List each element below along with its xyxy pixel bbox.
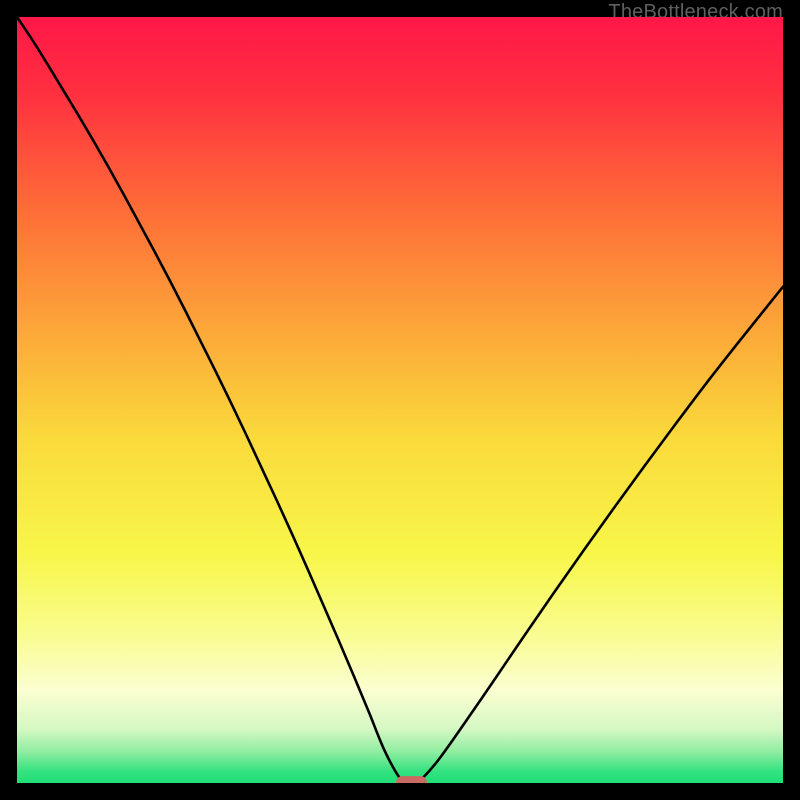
chart-svg <box>17 17 783 783</box>
chart-frame: TheBottleneck.com <box>17 17 783 783</box>
optimal-marker <box>396 776 427 783</box>
gradient-background <box>17 17 783 783</box>
